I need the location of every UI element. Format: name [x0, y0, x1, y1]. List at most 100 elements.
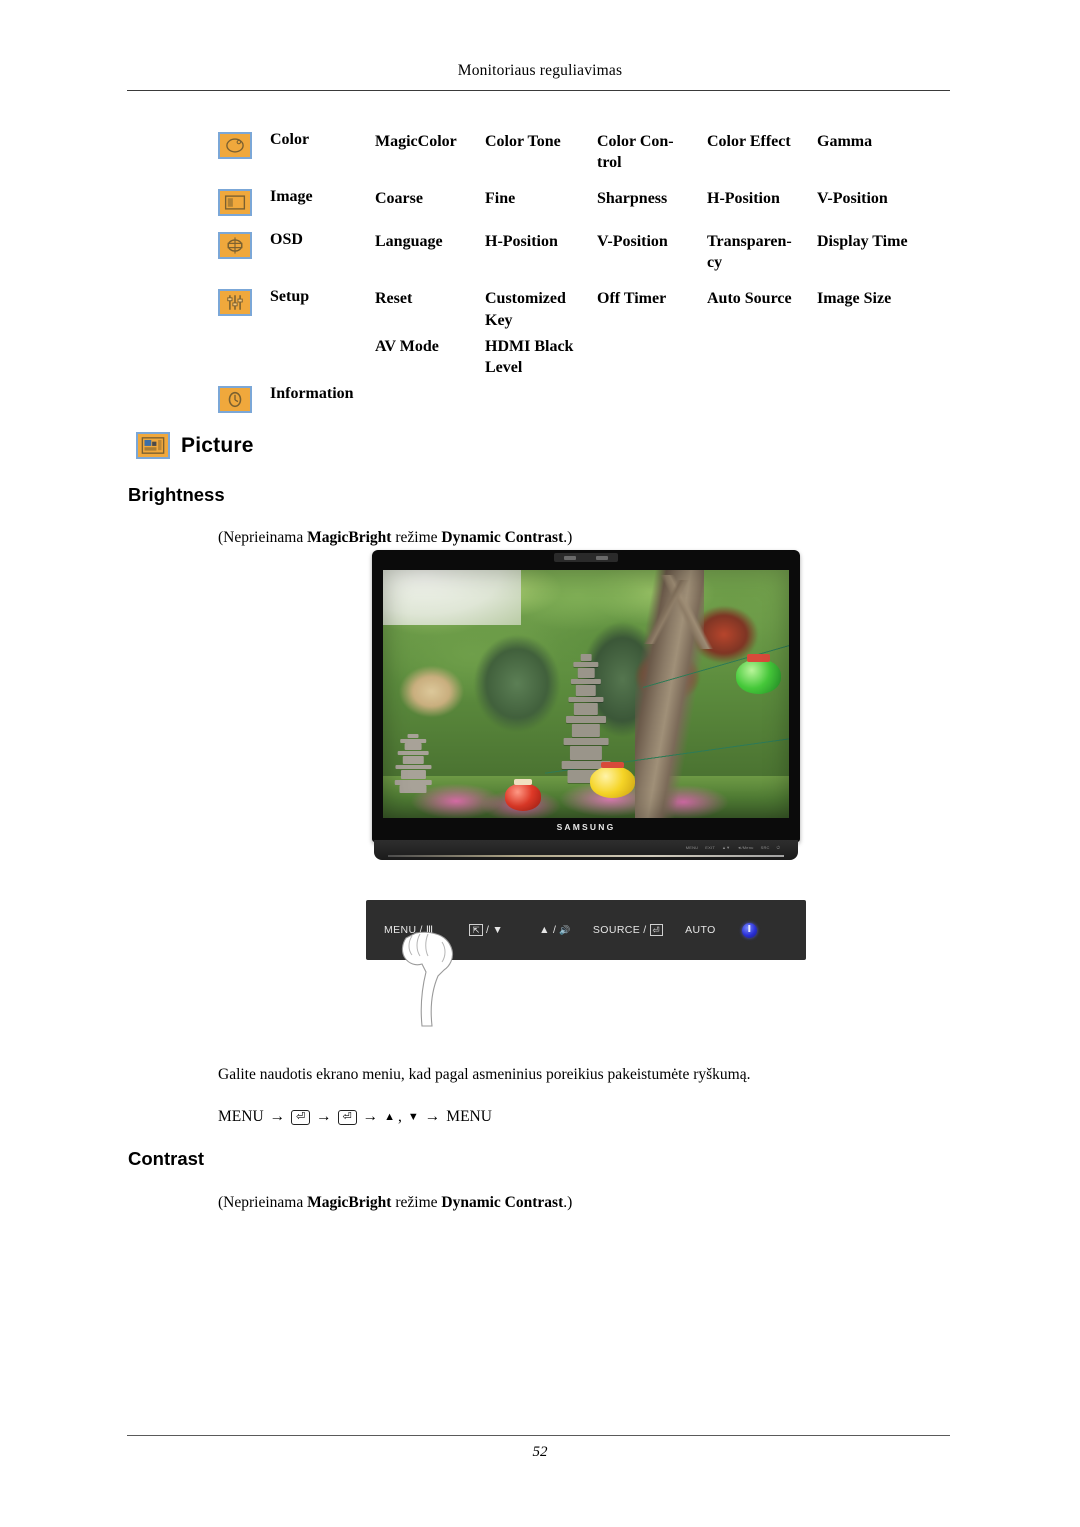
down-arrow-icon: ▼	[492, 924, 504, 936]
menu-label: Image	[270, 188, 313, 206]
monitor-base: MENU EXIT ▲▼ ◄/Menu SRC ⏻	[374, 840, 798, 860]
page-number: 52	[532, 1444, 548, 1460]
menu-item	[707, 335, 817, 336]
note-open: (Neprieinama	[218, 1194, 308, 1211]
osd-icon	[218, 230, 270, 260]
separator: /	[552, 924, 557, 936]
menu-item: Auto Source	[707, 290, 792, 308]
menu-item-line2: cy	[707, 254, 723, 272]
monitor-top-sensor	[554, 553, 618, 562]
note-close: .)	[563, 529, 573, 546]
image-frame-icon	[218, 187, 270, 217]
magicbright-icon: ⇱	[469, 924, 484, 936]
subsection-title-brightness: Brightness	[128, 484, 225, 505]
menu-item: Transparen- cy	[707, 230, 817, 273]
menu-label: Color	[270, 131, 310, 148]
monitor-illustration: SAMSUNG MENU EXIT ▲▼ ◄/Menu SRC ⏻	[366, 548, 806, 868]
source-button[interactable]: SOURCE / ⏎	[593, 924, 664, 936]
monitor-control-panel: MENU / Ⅲ ⇱ / ▼ ▲ / 🔊 SOURCE / ⏎ AUTO	[366, 900, 806, 960]
monitor-body: SAMSUNG	[372, 550, 800, 842]
table-row: OSD Language H-Position V-Position Trans…	[218, 230, 958, 273]
menu-label: OSD	[270, 231, 303, 249]
table-row: Setup Reset Customized Key Off Timer Aut…	[218, 287, 958, 330]
menu-item: Image Size	[817, 290, 892, 308]
power-button[interactable]	[741, 922, 757, 938]
base-key-label: ▲▼	[721, 845, 731, 850]
menu-item: H-Position	[707, 190, 780, 208]
exit-bars-icon: Ⅲ	[425, 924, 434, 936]
screen-photo-garden	[383, 570, 789, 818]
down-arrow-icon: ▼	[407, 1111, 419, 1123]
up-button[interactable]: ▲ / 🔊	[539, 924, 571, 936]
nav-arrow-icon: →	[362, 1108, 379, 1125]
note-dynamic-contrast: Dynamic Contrast	[441, 1194, 564, 1211]
power-icon	[741, 922, 757, 938]
menu-item: Display Time	[817, 233, 908, 251]
menu-item: Language	[375, 233, 443, 251]
nav-arrow-icon: →	[269, 1108, 286, 1125]
base-key-label: SRC	[760, 845, 770, 850]
table-row: Image Coarse Fine Sharpness H-Position V…	[218, 187, 958, 217]
information-clock-icon	[218, 384, 270, 413]
table-row: Color MagicColor Color Tone Color Con- t…	[218, 130, 958, 173]
base-key-label: EXIT	[705, 845, 715, 850]
menu-item: Color Con- trol	[597, 130, 707, 173]
nav-arrow-icon: →	[316, 1108, 332, 1125]
menu-label: Information	[270, 384, 354, 402]
menu-item: Reset	[375, 290, 413, 308]
brightness-usage-text: Galite naudotis ekrano meniu, kad pagal …	[218, 1066, 751, 1083]
menu-item: Color Effect	[707, 133, 791, 150]
separator: /	[486, 924, 490, 936]
section-heading-picture: Picture	[136, 432, 254, 459]
menu-item: HDMI Black Level	[485, 335, 597, 378]
page-title: Monitoriaus reguliavimas	[457, 62, 623, 79]
monitor-brand-logo: SAMSUNG	[556, 822, 616, 832]
footer-divider	[127, 1435, 950, 1436]
menu-item-line2: Key	[485, 311, 513, 329]
menu-item: Customized Key	[485, 287, 597, 330]
menu-item-line1: Color Con-	[597, 133, 674, 150]
separator: /	[419, 924, 423, 936]
menu-item	[817, 335, 937, 336]
page-header: Monitoriaus reguliavimas	[0, 0, 1080, 80]
note-open: (Neprieinama	[218, 529, 308, 546]
monitor-base-key-labels: MENU EXIT ▲▼ ◄/Menu SRC ⏻	[686, 845, 780, 850]
brightness-note: (Neprieinama MagicBright režime Dynamic …	[218, 529, 572, 547]
menu-item: Off Timer	[597, 290, 667, 308]
menu-item-line2: trol	[597, 154, 622, 172]
section-title: Picture	[181, 433, 254, 457]
nav-menu-start: MENU	[218, 1108, 264, 1125]
header-divider	[127, 90, 950, 91]
menu-item: Color Tone	[485, 133, 561, 150]
enter-key-icon: ⏎	[291, 1109, 311, 1125]
osd-menu-map-table: Color MagicColor Color Tone Color Con- t…	[218, 130, 958, 413]
color-palette-icon	[218, 130, 270, 159]
auto-button[interactable]: AUTO	[685, 924, 716, 936]
picture-icon	[136, 432, 170, 459]
menu-button[interactable]: MENU / Ⅲ	[384, 924, 433, 936]
brightness-nav-path: MENU → ⏎ → ⏎ → ▲ , ▼ → MENU	[218, 1108, 492, 1126]
row-spacer	[218, 216, 958, 230]
auto-button-label: AUTO	[685, 924, 716, 936]
menu-label	[270, 335, 375, 336]
menu-item: MagicColor	[375, 133, 457, 150]
up-arrow-icon: ▲	[539, 924, 550, 936]
menu-item: Coarse	[375, 190, 423, 208]
base-key-label: ◄/Menu	[737, 845, 754, 850]
menu-item: Fine	[485, 190, 516, 208]
base-key-label: ⏻	[776, 845, 780, 850]
subsection-title-contrast: Contrast	[128, 1148, 205, 1169]
note-mid: režime	[391, 529, 442, 546]
monitor-screen	[383, 570, 789, 818]
separator: /	[643, 924, 647, 936]
menu-item: V-Position	[597, 233, 668, 251]
table-row: AV Mode HDMI Black Level	[218, 335, 958, 378]
menu-item: V-Position	[817, 190, 888, 208]
menu-item-line1: HDMI Black	[485, 337, 574, 355]
enter-key-icon: ⏎	[337, 1109, 357, 1125]
down-button[interactable]: ⇱ / ▼	[469, 924, 503, 936]
volume-speaker-icon: 🔊	[559, 924, 571, 935]
note-magicbright: MagicBright	[307, 529, 392, 546]
enter-icon: ⏎	[649, 924, 664, 936]
note-magicbright: MagicBright	[307, 1194, 392, 1211]
